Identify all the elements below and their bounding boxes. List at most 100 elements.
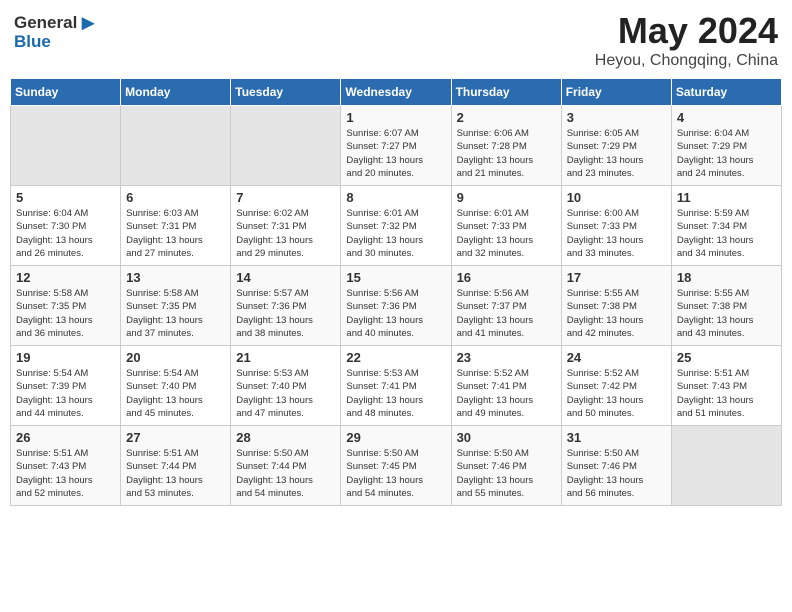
day-cell-24: 24 Sunrise: 5:52 AM Sunset: 7:42 PM Dayli… bbox=[561, 346, 671, 426]
day-info: Sunrise: 6:04 AM Sunset: 7:30 PM Dayligh… bbox=[16, 207, 115, 260]
day-info: Sunrise: 6:00 AM Sunset: 7:33 PM Dayligh… bbox=[567, 207, 666, 260]
day-info: Sunrise: 5:55 AM Sunset: 7:38 PM Dayligh… bbox=[677, 287, 776, 340]
week-row-5: 26 Sunrise: 5:51 AM Sunset: 7:43 PM Dayli… bbox=[11, 426, 782, 506]
logo-blue: Blue bbox=[14, 32, 51, 52]
day-number: 10 bbox=[567, 190, 666, 205]
calendar-table: SundayMondayTuesdayWednesdayThursdayFrid… bbox=[10, 78, 782, 506]
week-row-4: 19 Sunrise: 5:54 AM Sunset: 7:39 PM Dayli… bbox=[11, 346, 782, 426]
day-cell-5: 5 Sunrise: 6:04 AM Sunset: 7:30 PM Daylig… bbox=[11, 186, 121, 266]
day-number: 26 bbox=[16, 430, 115, 445]
day-cell-31: 31 Sunrise: 5:50 AM Sunset: 7:46 PM Dayli… bbox=[561, 426, 671, 506]
day-cell-23: 23 Sunrise: 5:52 AM Sunset: 7:41 PM Dayli… bbox=[451, 346, 561, 426]
day-info: Sunrise: 5:55 AM Sunset: 7:38 PM Dayligh… bbox=[567, 287, 666, 340]
week-row-1: 1 Sunrise: 6:07 AM Sunset: 7:27 PM Daylig… bbox=[11, 106, 782, 186]
day-number: 6 bbox=[126, 190, 225, 205]
day-cell-28: 28Sunrise: 5:50 AM Sunset: 7:44 PM Dayli… bbox=[231, 426, 341, 506]
logo-general: General bbox=[14, 13, 77, 33]
day-info: Sunrise: 6:01 AM Sunset: 7:33 PM Dayligh… bbox=[457, 207, 556, 260]
title-area: May 2024 Heyou, Chongqing, China bbox=[595, 10, 778, 70]
day-header-friday: Friday bbox=[561, 79, 671, 106]
day-number: 11 bbox=[677, 190, 776, 205]
day-number: 12 bbox=[16, 270, 115, 285]
day-number: 17 bbox=[567, 270, 666, 285]
day-info: Sunrise: 5:51 AM Sunset: 7:43 PM Dayligh… bbox=[677, 367, 776, 420]
day-number: 30 bbox=[457, 430, 556, 445]
day-info: Sunrise: 6:01 AM Sunset: 7:32 PM Dayligh… bbox=[346, 207, 445, 260]
day-number: 18 bbox=[677, 270, 776, 285]
day-number: 13 bbox=[126, 270, 225, 285]
day-header-saturday: Saturday bbox=[671, 79, 781, 106]
day-header-tuesday: Tuesday bbox=[231, 79, 341, 106]
day-info: Sunrise: 5:50 AM Sunset: 7:46 PM Dayligh… bbox=[457, 447, 556, 500]
day-number: 2 bbox=[457, 110, 556, 125]
logo-bird-icon: ► bbox=[77, 10, 99, 36]
day-number: 29 bbox=[346, 430, 445, 445]
day-cell-16: 16 Sunrise: 5:56 AM Sunset: 7:37 PM Dayli… bbox=[451, 266, 561, 346]
day-number: 23 bbox=[457, 350, 556, 365]
day-info: Sunrise: 5:57 AM Sunset: 7:36 PM Dayligh… bbox=[236, 287, 335, 340]
day-cell-19: 19 Sunrise: 5:54 AM Sunset: 7:39 PM Dayli… bbox=[11, 346, 121, 426]
day-info: Sunrise: 5:54 AM Sunset: 7:40 PM Dayligh… bbox=[126, 367, 225, 420]
week-row-2: 5 Sunrise: 6:04 AM Sunset: 7:30 PM Daylig… bbox=[11, 186, 782, 266]
day-number: 9 bbox=[457, 190, 556, 205]
day-cell-2: 2 Sunrise: 6:06 AM Sunset: 7:28 PM Daylig… bbox=[451, 106, 561, 186]
day-number: 31 bbox=[567, 430, 666, 445]
day-header-wednesday: Wednesday bbox=[341, 79, 451, 106]
day-cell-7: 7Sunrise: 6:02 AM Sunset: 7:31 PM Daylig… bbox=[231, 186, 341, 266]
day-number: 4 bbox=[677, 110, 776, 125]
day-cell-12: 12 Sunrise: 5:58 AM Sunset: 7:35 PM Dayli… bbox=[11, 266, 121, 346]
day-cell-11: 11 Sunrise: 5:59 AM Sunset: 7:34 PM Dayli… bbox=[671, 186, 781, 266]
day-info: Sunrise: 6:06 AM Sunset: 7:28 PM Dayligh… bbox=[457, 127, 556, 180]
day-info: Sunrise: 5:58 AM Sunset: 7:35 PM Dayligh… bbox=[126, 287, 225, 340]
day-number: 21 bbox=[236, 350, 335, 365]
location-subtitle: Heyou, Chongqing, China bbox=[595, 52, 778, 70]
week-row-3: 12 Sunrise: 5:58 AM Sunset: 7:35 PM Dayli… bbox=[11, 266, 782, 346]
day-cell-17: 17 Sunrise: 5:55 AM Sunset: 7:38 PM Dayli… bbox=[561, 266, 671, 346]
day-info: Sunrise: 5:56 AM Sunset: 7:36 PM Dayligh… bbox=[346, 287, 445, 340]
day-cell-29: 29 Sunrise: 5:50 AM Sunset: 7:45 PM Dayli… bbox=[341, 426, 451, 506]
day-number: 28 bbox=[236, 430, 335, 445]
day-info: Sunrise: 5:50 AM Sunset: 7:45 PM Dayligh… bbox=[346, 447, 445, 500]
day-cell-20: 20 Sunrise: 5:54 AM Sunset: 7:40 PM Dayli… bbox=[121, 346, 231, 426]
day-cell-8: 8Sunrise: 6:01 AM Sunset: 7:32 PM Daylig… bbox=[341, 186, 451, 266]
day-cell-30: 30 Sunrise: 5:50 AM Sunset: 7:46 PM Dayli… bbox=[451, 426, 561, 506]
month-year-title: May 2024 bbox=[595, 10, 778, 52]
day-info: Sunrise: 6:04 AM Sunset: 7:29 PM Dayligh… bbox=[677, 127, 776, 180]
day-info: Sunrise: 5:53 AM Sunset: 7:40 PM Dayligh… bbox=[236, 367, 335, 420]
day-info: Sunrise: 5:51 AM Sunset: 7:44 PM Dayligh… bbox=[126, 447, 225, 500]
day-number: 16 bbox=[457, 270, 556, 285]
day-number: 7 bbox=[236, 190, 335, 205]
day-info: Sunrise: 5:59 AM Sunset: 7:34 PM Dayligh… bbox=[677, 207, 776, 260]
header: General ► Blue May 2024 Heyou, Chongqing… bbox=[10, 10, 782, 70]
day-number: 1 bbox=[346, 110, 445, 125]
empty-cell bbox=[11, 106, 121, 186]
day-number: 27 bbox=[126, 430, 225, 445]
day-info: Sunrise: 6:05 AM Sunset: 7:29 PM Dayligh… bbox=[567, 127, 666, 180]
day-info: Sunrise: 5:58 AM Sunset: 7:35 PM Dayligh… bbox=[16, 287, 115, 340]
empty-cell bbox=[231, 106, 341, 186]
logo: General ► Blue bbox=[14, 10, 99, 52]
day-cell-22: 22Sunrise: 5:53 AM Sunset: 7:41 PM Dayli… bbox=[341, 346, 451, 426]
day-number: 24 bbox=[567, 350, 666, 365]
day-number: 25 bbox=[677, 350, 776, 365]
day-info: Sunrise: 5:52 AM Sunset: 7:41 PM Dayligh… bbox=[457, 367, 556, 420]
day-cell-10: 10 Sunrise: 6:00 AM Sunset: 7:33 PM Dayli… bbox=[561, 186, 671, 266]
day-cell-1: 1 Sunrise: 6:07 AM Sunset: 7:27 PM Daylig… bbox=[341, 106, 451, 186]
day-info: Sunrise: 5:52 AM Sunset: 7:42 PM Dayligh… bbox=[567, 367, 666, 420]
day-cell-6: 6Sunrise: 6:03 AM Sunset: 7:31 PM Daylig… bbox=[121, 186, 231, 266]
day-info: Sunrise: 6:07 AM Sunset: 7:27 PM Dayligh… bbox=[346, 127, 445, 180]
day-number: 5 bbox=[16, 190, 115, 205]
day-cell-21: 21 Sunrise: 5:53 AM Sunset: 7:40 PM Dayli… bbox=[231, 346, 341, 426]
day-number: 19 bbox=[16, 350, 115, 365]
day-cell-18: 18 Sunrise: 5:55 AM Sunset: 7:38 PM Dayli… bbox=[671, 266, 781, 346]
day-number: 20 bbox=[126, 350, 225, 365]
day-header-thursday: Thursday bbox=[451, 79, 561, 106]
day-info: Sunrise: 5:56 AM Sunset: 7:37 PM Dayligh… bbox=[457, 287, 556, 340]
day-info: Sunrise: 5:51 AM Sunset: 7:43 PM Dayligh… bbox=[16, 447, 115, 500]
day-info: Sunrise: 5:54 AM Sunset: 7:39 PM Dayligh… bbox=[16, 367, 115, 420]
day-cell-27: 27 Sunrise: 5:51 AM Sunset: 7:44 PM Dayli… bbox=[121, 426, 231, 506]
day-cell-14: 14Sunrise: 5:57 AM Sunset: 7:36 PM Dayli… bbox=[231, 266, 341, 346]
day-cell-13: 13 Sunrise: 5:58 AM Sunset: 7:35 PM Dayli… bbox=[121, 266, 231, 346]
day-header-monday: Monday bbox=[121, 79, 231, 106]
day-info: Sunrise: 5:50 AM Sunset: 7:46 PM Dayligh… bbox=[567, 447, 666, 500]
